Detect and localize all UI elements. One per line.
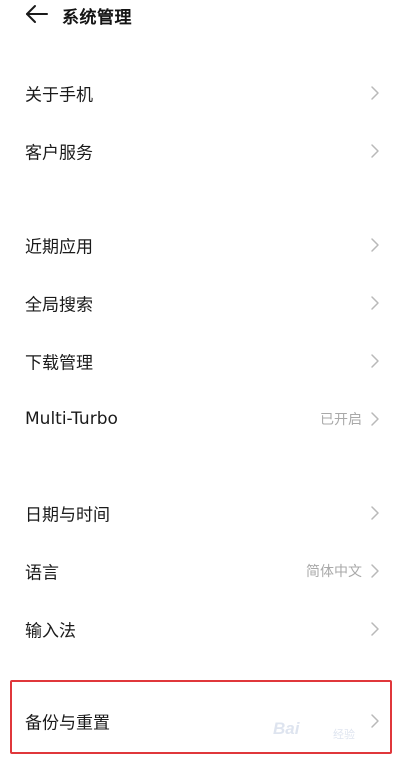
setting-language[interactable]: 语言 简体中文: [0, 542, 405, 600]
chevron-right-icon: [370, 143, 380, 159]
top-bar: 系统管理: [0, 0, 405, 30]
watermark-sub: 经验: [333, 729, 355, 741]
back-button[interactable]: [22, 2, 50, 26]
setting-label: 近期应用: [25, 237, 93, 258]
setting-about-phone[interactable]: 关于手机: [0, 64, 405, 122]
chevron-right-icon: [370, 621, 380, 637]
setting-input-method[interactable]: 输入法: [0, 600, 405, 658]
setting-label: 全局搜索: [25, 295, 93, 316]
setting-label: 日期与时间: [25, 505, 110, 526]
setting-download-management[interactable]: 下载管理: [0, 332, 405, 390]
chevron-right-icon: [370, 563, 380, 579]
setting-label: 下载管理: [25, 353, 93, 374]
setting-recent-apps[interactable]: 近期应用: [0, 216, 405, 274]
watermark-brand: Bai: [273, 719, 300, 738]
chevron-right-icon: [370, 505, 380, 521]
chevron-right-icon: [370, 353, 380, 369]
setting-label: 输入法: [25, 621, 76, 642]
watermark: Bai 经验: [273, 717, 383, 751]
chevron-right-icon: [370, 237, 380, 253]
arrow-left-icon: [26, 5, 48, 23]
chevron-right-icon: [370, 295, 380, 311]
setting-value: 简体中文: [306, 564, 362, 580]
setting-label: 语言: [25, 563, 59, 584]
page-title: 系统管理: [62, 8, 132, 28]
chevron-right-icon: [370, 411, 380, 427]
setting-multi-turbo[interactable]: Multi-Turbo 已开启: [0, 390, 405, 448]
setting-label: 客户服务: [25, 143, 93, 164]
chevron-right-icon: [370, 85, 380, 101]
setting-label: Multi-Turbo: [25, 409, 118, 429]
setting-value: 已开启: [320, 412, 362, 428]
setting-label: 备份与重置: [25, 713, 110, 734]
setting-date-time[interactable]: 日期与时间: [0, 484, 405, 542]
setting-label: 关于手机: [25, 85, 93, 106]
setting-global-search[interactable]: 全局搜索: [0, 274, 405, 332]
setting-customer-service[interactable]: 客户服务: [0, 122, 405, 180]
